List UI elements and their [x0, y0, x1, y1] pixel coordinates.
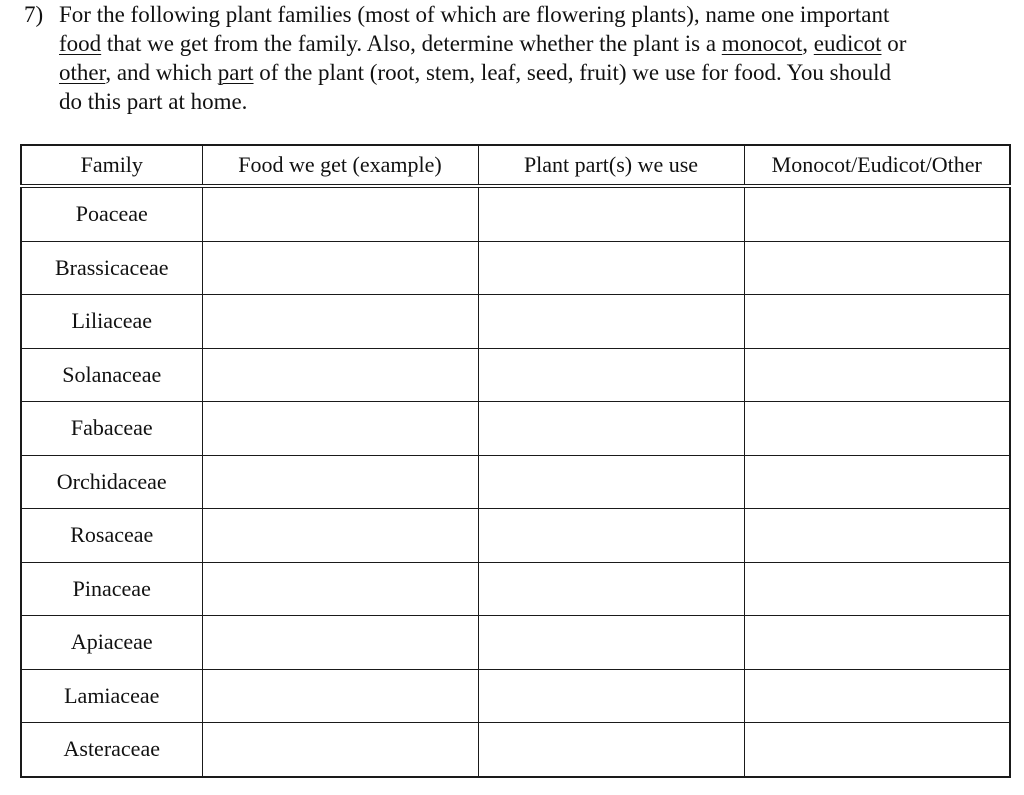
plant-part-answer-cell[interactable]	[477, 615, 745, 670]
plant-part-answer-cell[interactable]	[477, 294, 745, 349]
table-row: Lamiaceae	[20, 668, 1011, 723]
table-row: Liliaceae	[20, 294, 1011, 349]
table-row: Brassicaceae	[20, 240, 1011, 295]
food-answer-cell[interactable]	[201, 722, 479, 777]
keyword-eudicot: eudicot	[813, 31, 882, 56]
header-plant-part: Plant part(s) we use	[477, 144, 745, 188]
family-cell: Apiaceae	[20, 615, 203, 670]
keyword-food: food	[59, 31, 102, 56]
classification-answer-cell[interactable]	[743, 401, 1011, 456]
classification-answer-cell[interactable]	[743, 240, 1011, 295]
food-answer-cell[interactable]	[201, 508, 479, 563]
food-answer-cell[interactable]	[201, 401, 479, 456]
plant-part-answer-cell[interactable]	[477, 722, 745, 777]
header-food: Food we get (example)	[201, 144, 479, 188]
table-row: Fabaceae	[20, 401, 1011, 456]
classification-answer-cell[interactable]	[743, 668, 1011, 723]
family-cell: Brassicaceae	[20, 240, 203, 295]
family-cell: Rosaceae	[20, 508, 203, 563]
food-answer-cell[interactable]	[201, 347, 479, 402]
family-cell: Pinaceae	[20, 561, 203, 616]
question-text: For the following plant families (most o…	[59, 0, 1014, 116]
keyword-part: part	[217, 60, 254, 85]
table-row: Asteraceae	[20, 722, 1011, 777]
question-line-4: do this part at home.	[59, 89, 248, 114]
food-answer-cell[interactable]	[201, 240, 479, 295]
food-answer-cell[interactable]	[201, 454, 479, 509]
classification-answer-cell[interactable]	[743, 722, 1011, 777]
plant-part-answer-cell[interactable]	[477, 508, 745, 563]
plant-part-answer-cell[interactable]	[477, 454, 745, 509]
table-header-row: Family Food we get (example) Plant part(…	[20, 144, 1011, 188]
table-row: Orchidaceae	[20, 454, 1011, 509]
keyword-other: other	[59, 60, 106, 85]
question-line-2: food that we get from the family. Also, …	[59, 31, 907, 56]
plant-part-answer-cell[interactable]	[477, 668, 745, 723]
family-cell: Asteraceae	[20, 722, 203, 777]
plant-part-answer-cell[interactable]	[477, 347, 745, 402]
question-line-1: For the following plant families (most o…	[59, 2, 890, 27]
family-cell: Orchidaceae	[20, 454, 203, 509]
classification-answer-cell[interactable]	[743, 561, 1011, 616]
family-cell: Poaceae	[20, 185, 203, 242]
plant-part-answer-cell[interactable]	[477, 240, 745, 295]
classification-answer-cell[interactable]	[743, 454, 1011, 509]
food-answer-cell[interactable]	[201, 615, 479, 670]
question-prompt: 7) For the following plant families (mos…	[24, 0, 1014, 116]
classification-answer-cell[interactable]	[743, 615, 1011, 670]
food-answer-cell[interactable]	[201, 294, 479, 349]
table-row: Rosaceae	[20, 508, 1011, 563]
food-answer-cell[interactable]	[201, 185, 479, 242]
family-cell: Solanaceae	[20, 347, 203, 402]
family-cell: Liliaceae	[20, 294, 203, 349]
header-classification: Monocot/Eudicot/Other	[743, 144, 1011, 188]
table-row: Pinaceae	[20, 561, 1011, 616]
plant-part-answer-cell[interactable]	[477, 401, 745, 456]
keyword-monocot: monocot	[721, 31, 803, 56]
classification-answer-cell[interactable]	[743, 185, 1011, 242]
classification-answer-cell[interactable]	[743, 294, 1011, 349]
family-cell: Lamiaceae	[20, 668, 203, 723]
plant-part-answer-cell[interactable]	[477, 185, 745, 242]
question-line-3: other, and which part of the plant (root…	[59, 60, 892, 85]
food-answer-cell[interactable]	[201, 668, 479, 723]
classification-answer-cell[interactable]	[743, 508, 1011, 563]
table-row: Poaceae	[20, 185, 1011, 242]
header-family: Family	[20, 144, 203, 188]
plant-family-table: Family Food we get (example) Plant part(…	[20, 144, 1011, 778]
food-answer-cell[interactable]	[201, 561, 479, 616]
plant-part-answer-cell[interactable]	[477, 561, 745, 616]
table-row: Apiaceae	[20, 615, 1011, 670]
question-number: 7)	[24, 2, 44, 27]
classification-answer-cell[interactable]	[743, 347, 1011, 402]
table-row: Solanaceae	[20, 347, 1011, 402]
family-cell: Fabaceae	[20, 401, 203, 456]
